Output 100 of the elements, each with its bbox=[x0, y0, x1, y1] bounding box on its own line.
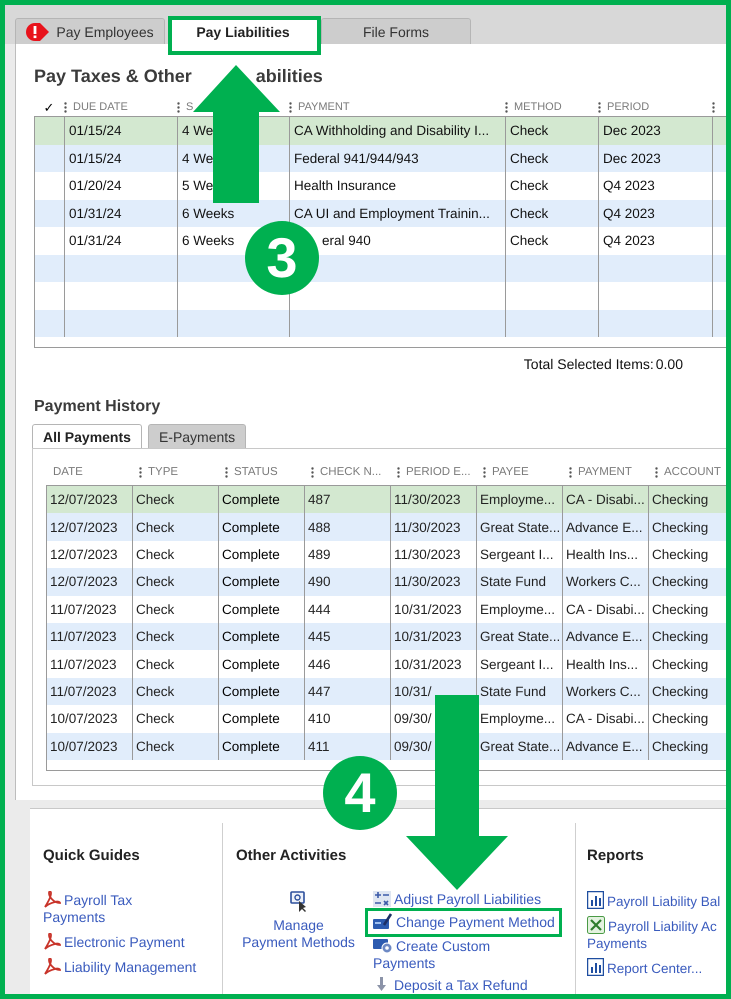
column-grip-icon[interactable] bbox=[483, 466, 486, 478]
table-cell: Check bbox=[136, 546, 174, 562]
column-header[interactable]: PAYMENT bbox=[578, 466, 632, 478]
table-cell: 447 bbox=[308, 684, 331, 699]
table-cell: 11/30/2023 bbox=[394, 520, 461, 535]
table-cell: Workers C... bbox=[566, 684, 641, 699]
table-cell: 10/07/2023 bbox=[50, 711, 118, 726]
table-cell: Check bbox=[510, 150, 548, 166]
section-heading: Quick Guides bbox=[43, 847, 141, 866]
table-row[interactable]: 12/07/2023 Check Complete 487 11/30/2023 Employme... CA - Disabi... Checking bbox=[47, 486, 726, 514]
table-cell: 09/30/ bbox=[394, 738, 432, 754]
section-title: abilities bbox=[256, 66, 323, 86]
column-grip-icon[interactable] bbox=[655, 466, 658, 478]
table-row[interactable]: 12/07/2023 Check Complete 490 11/30/2023 State Fund Workers C... Checking bbox=[47, 568, 726, 596]
column-grip-icon[interactable] bbox=[225, 466, 228, 478]
table-row[interactable]: 12/07/2023 Check Complete 488 11/30/2023 Great State... Advance E... Checking bbox=[47, 513, 726, 541]
column-grip-icon[interactable] bbox=[64, 102, 67, 112]
table-cell: 11/30/2023 bbox=[394, 574, 461, 590]
card-gear-icon bbox=[373, 937, 393, 954]
table-cell: Check bbox=[136, 574, 174, 590]
tab[interactable]: Pay Employees bbox=[15, 18, 165, 44]
guide-link[interactable]: Payroll Tax Payments bbox=[43, 891, 222, 926]
table-cell: 12/07/2023 bbox=[50, 546, 118, 562]
table-cell: Employme... bbox=[480, 602, 556, 617]
table-cell: 11/07/2023 bbox=[50, 684, 117, 699]
tab[interactable]: E-Payments bbox=[148, 424, 246, 448]
tab[interactable]: All Payments bbox=[32, 424, 142, 448]
activity-link[interactable]: Create Custom Payments bbox=[373, 937, 562, 972]
table-cell: Check bbox=[136, 492, 174, 508]
table-cell: Check bbox=[136, 656, 174, 672]
activity-link[interactable]: Deposit a Tax Refund bbox=[373, 977, 562, 994]
table-cell: Checking bbox=[652, 656, 708, 672]
table-cell: 5 We bbox=[182, 178, 214, 194]
table-cell: Federal 941/944/943 bbox=[294, 150, 419, 166]
table-row[interactable]: 01/15/24 4 We CA Withholding and Disability I... Check Dec 2023 bbox=[35, 117, 726, 144]
spreadsheet-icon bbox=[587, 916, 605, 934]
column-grip-icon[interactable] bbox=[598, 102, 601, 112]
table-cell: Check bbox=[136, 684, 174, 699]
table-cell: CA - Disabi... bbox=[566, 711, 645, 726]
column-header[interactable]: TYPE bbox=[148, 466, 178, 478]
table-cell: 489 bbox=[308, 546, 331, 562]
table-cell: Complete bbox=[222, 711, 280, 726]
tab[interactable]: File Forms bbox=[321, 18, 471, 44]
table-cell: 09/30/ bbox=[394, 711, 432, 726]
table-row[interactable]: 11/07/2023 Check Complete 447 10/31/ State Fund Workers C... Checking bbox=[47, 678, 726, 706]
column-header[interactable]: STATUS bbox=[234, 466, 278, 478]
column-header[interactable]: ✓ bbox=[44, 100, 54, 114]
table-cell: Complete bbox=[222, 629, 280, 644]
column-header[interactable]: S bbox=[186, 101, 194, 113]
table-cell: Workers C... bbox=[566, 574, 641, 590]
column-grip-icon[interactable] bbox=[289, 102, 292, 112]
column-grip-icon[interactable] bbox=[712, 102, 715, 112]
column-grip-icon[interactable] bbox=[139, 466, 142, 478]
table-cell: 01/20/24 bbox=[69, 178, 122, 194]
table-cell: 446 bbox=[308, 656, 331, 672]
guide-link[interactable]: Liability Management bbox=[43, 958, 222, 976]
table-cell: Great State... bbox=[480, 738, 560, 754]
table-cell: Health Ins... bbox=[566, 546, 638, 562]
table-row[interactable]: 11/07/2023 Check Complete 445 10/31/2023 Great State... Advance E... Checking bbox=[47, 622, 726, 650]
table-cell: CA - Disabi... bbox=[566, 492, 645, 508]
column-header[interactable]: PERIOD E... bbox=[406, 466, 471, 478]
table-cell: Sergeant I... bbox=[480, 546, 554, 562]
column-grip-icon[interactable] bbox=[311, 466, 314, 478]
table-cell: Employme... bbox=[480, 492, 556, 508]
table-row[interactable]: 11/07/2023 Check Complete 444 10/31/2023 Employme... CA - Disabi... Checking bbox=[47, 596, 726, 623]
report-link[interactable]: Payroll Liability Bal bbox=[587, 891, 726, 910]
column-header[interactable]: METHOD bbox=[514, 101, 562, 113]
column-grip-icon[interactable] bbox=[569, 466, 572, 478]
column-header[interactable]: CHECK N... bbox=[320, 466, 382, 478]
column-header[interactable]: PAYEE bbox=[492, 466, 529, 478]
table-cell: Checking bbox=[652, 520, 708, 535]
report-link[interactable]: Report Center... bbox=[587, 958, 726, 977]
report-link[interactable]: Payroll Liability Ac Payments bbox=[587, 916, 726, 952]
section-title: Payment History bbox=[34, 398, 162, 417]
table-cell: 11/30/2023 bbox=[394, 546, 461, 562]
column-grip-icon[interactable] bbox=[505, 102, 508, 112]
table-cell: Complete bbox=[222, 656, 280, 672]
column-header[interactable]: ACCOUNT bbox=[664, 466, 721, 478]
column-grip-icon[interactable] bbox=[177, 102, 180, 112]
activity-link[interactable]: Adjust Payroll Liabilities bbox=[373, 891, 562, 908]
pdf-icon bbox=[43, 933, 61, 950]
table-cell: 4 We bbox=[182, 150, 214, 166]
column-header[interactable]: PAYMENT bbox=[298, 101, 350, 113]
activity-link[interactable]: Change Payment Method bbox=[373, 914, 555, 930]
column-grip-icon[interactable] bbox=[397, 466, 400, 478]
table-cell: Check bbox=[136, 520, 174, 535]
calculator-icon bbox=[373, 891, 391, 907]
table-cell: 12/07/2023 bbox=[50, 492, 118, 508]
table-cell: 490 bbox=[308, 574, 331, 590]
table-row[interactable]: 10/07/2023 Check Complete 411 09/30/ Great State... Advance E... Checking bbox=[47, 732, 726, 760]
column-header[interactable]: DATE bbox=[53, 466, 83, 478]
table-cell: 445 bbox=[308, 629, 331, 644]
table-cell: Check bbox=[510, 233, 548, 248]
guide-link[interactable]: Electronic Payment bbox=[43, 933, 222, 951]
table-row[interactable]: 01/31/24 6 Weeks CA UI and Employment Trainin... Check Q4 2023 bbox=[35, 200, 726, 227]
table-row[interactable]: 01/15/24 4 We Federal 941/944/943 Check Dec 2023 bbox=[35, 144, 726, 172]
manage-link[interactable]: Manage Payment Methods bbox=[242, 917, 355, 951]
table-cell: State Fund bbox=[480, 574, 546, 590]
column-header[interactable]: PERIOD bbox=[607, 101, 650, 113]
column-header[interactable]: DUE DATE bbox=[73, 101, 128, 113]
